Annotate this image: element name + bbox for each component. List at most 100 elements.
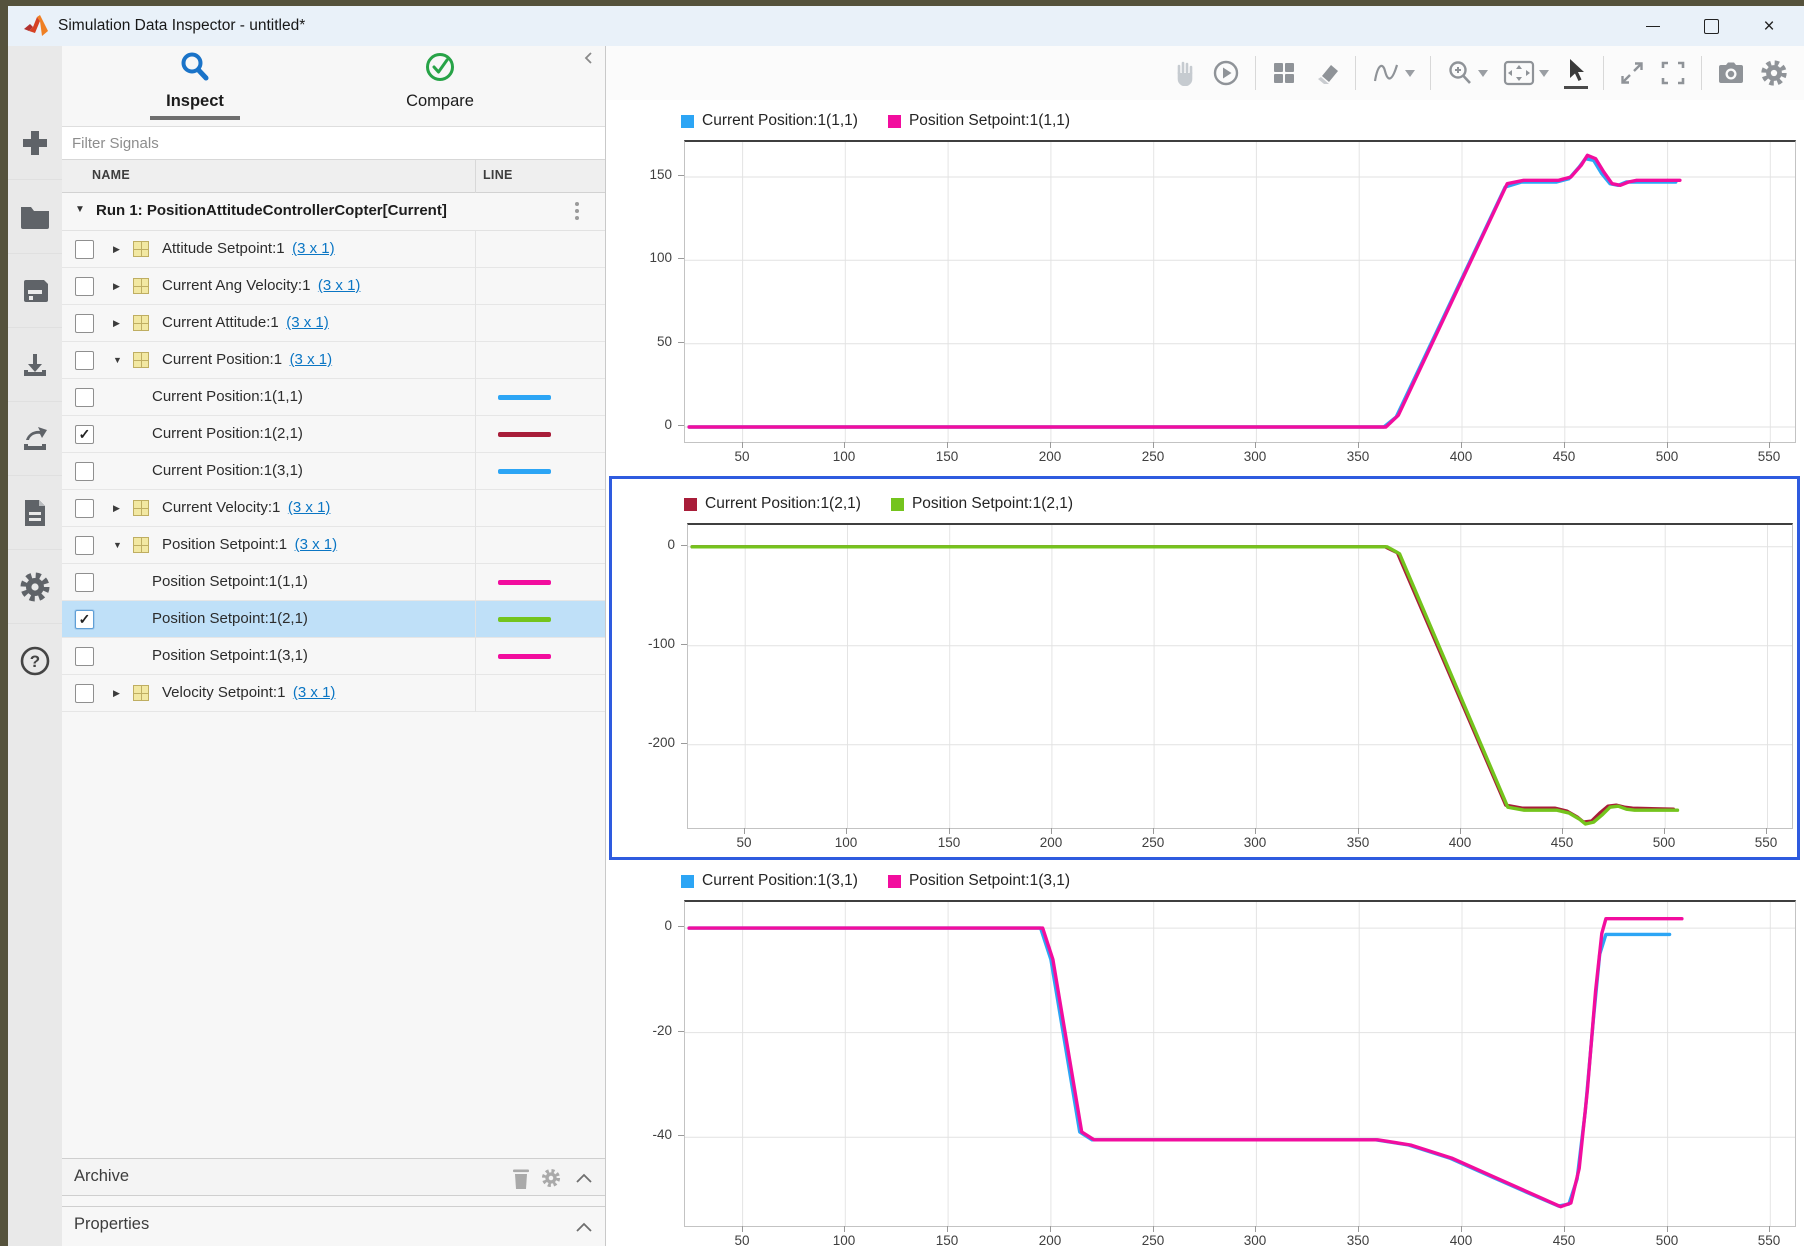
archive-section-header[interactable]: Archive [62,1158,605,1196]
collapse-arrow-icon[interactable]: ▼ [113,355,122,365]
signal-checkbox[interactable] [75,351,94,370]
expand-arrow-icon[interactable]: ▶ [113,244,120,255]
collapse-properties-chevron-icon[interactable] [575,1221,593,1233]
zoom-button[interactable] [1446,59,1488,87]
replay-button[interactable] [1212,59,1240,87]
plot-canvas[interactable] [687,523,1793,829]
signal-checkbox[interactable] [75,499,94,518]
signal-row[interactable]: ✓Position Setpoint:1(2,1) [62,601,605,638]
eraser-icon [1312,60,1340,86]
help-button[interactable]: ? [8,624,62,697]
plus-icon [20,128,50,158]
signal-checkbox[interactable] [75,314,94,333]
signal-group-row[interactable]: ▼Position Setpoint:1 (3 x 1) [62,527,605,564]
plot-canvas[interactable] [684,900,1796,1227]
clear-plots-button[interactable] [1312,60,1340,86]
signal-checkbox[interactable]: ✓ [75,425,94,444]
subplot-3[interactable]: Current Position:1(3,1) Position Setpoin… [609,866,1800,1246]
signal-tree: ▶Attitude Setpoint:1 (3 x 1)▶Current Ang… [62,231,605,712]
signal-group-row[interactable]: ▶Current Velocity:1 (3 x 1) [62,490,605,527]
signal-checkbox[interactable] [75,277,94,296]
legend-swatch [681,115,694,128]
signal-checkbox[interactable]: ✓ [75,610,94,629]
line-style-swatch[interactable] [498,395,551,400]
export-button[interactable] [8,402,62,476]
subplot-2[interactable]: Current Position:1(2,1) Position Setpoin… [609,476,1800,860]
import-button[interactable] [8,328,62,402]
line-style-swatch[interactable] [498,617,551,622]
signal-group-row[interactable]: ▶Current Attitude:1 (3 x 1) [62,305,605,342]
fullscreen-button[interactable] [1660,60,1686,86]
expand-arrow-icon[interactable]: ▶ [113,318,120,329]
export-icon [20,424,50,454]
fit-to-view-button[interactable] [1503,60,1549,86]
line-style-swatch[interactable] [498,469,551,474]
plot-canvas[interactable] [684,140,1796,443]
trash-icon[interactable] [511,1168,531,1190]
x-tick-label: 500 [1639,835,1689,850]
line-style-swatch[interactable] [498,432,551,437]
signal-checkbox[interactable] [75,684,94,703]
pop-out-plot-button[interactable] [1619,60,1645,86]
select-cursor-button[interactable] [1564,57,1588,89]
expand-arrow-icon[interactable]: ▶ [113,688,120,699]
signal-checkbox[interactable] [75,647,94,666]
minimize-button[interactable] [1624,6,1682,46]
legend-entry: Current Position:1(2,1) [684,495,861,513]
line-style-swatch[interactable] [498,580,551,585]
archive-settings-gear-icon[interactable] [541,1168,561,1188]
tab-inspect[interactable]: Inspect [125,50,265,111]
open-button[interactable] [8,180,62,254]
x-tick-mark [1255,442,1256,448]
dims-link[interactable]: (3 x 1) [290,351,333,368]
signal-options-button[interactable] [1371,59,1415,87]
y-tick-label: -40 [652,1127,672,1142]
close-button[interactable]: × [1740,6,1798,46]
signal-checkbox[interactable] [75,462,94,481]
snapshot-button[interactable] [1717,61,1745,85]
signal-group-row[interactable]: ▶Attitude Setpoint:1 (3 x 1) [62,231,605,268]
collapse-arrow-icon[interactable]: ▼ [113,540,122,550]
signal-row[interactable]: Position Setpoint:1(3,1) [62,638,605,675]
collapse-panel-icon[interactable] [581,50,597,66]
run-row[interactable]: ▼ Run 1: PositionAttitudeControllerCopte… [62,193,605,231]
collapse-arrow-icon[interactable]: ▼ [75,204,85,215]
signal-row[interactable]: ✓Current Position:1(2,1) [62,416,605,453]
signal-checkbox[interactable] [75,240,94,259]
signal-checkbox[interactable] [75,388,94,407]
expand-arrow-icon[interactable]: ▶ [113,281,120,292]
signal-row[interactable]: Current Position:1(3,1) [62,453,605,490]
create-report-button[interactable] [8,476,62,550]
signal-checkbox[interactable] [75,536,94,555]
signal-row[interactable]: Position Setpoint:1(1,1) [62,564,605,601]
chevron-down-icon [1405,70,1415,77]
properties-section-header[interactable]: Properties [62,1206,605,1246]
subplot-1[interactable]: Current Position:1(1,1) Position Setpoin… [609,104,1800,470]
collapse-archive-chevron-icon[interactable] [575,1172,593,1184]
signal-group-row[interactable]: ▶Velocity Setpoint:1 (3 x 1) [62,675,605,712]
tab-compare[interactable]: Compare [370,50,510,111]
run-menu-icon[interactable] [575,202,579,220]
signal-group-row[interactable]: ▼Current Position:1 (3 x 1) [62,342,605,379]
expand-arrow-icon[interactable]: ▶ [113,503,120,514]
dims-link[interactable]: (3 x 1) [288,499,331,516]
pan-hand-button[interactable] [1171,60,1197,86]
filter-signals-input[interactable] [62,127,605,159]
dims-link[interactable]: (3 x 1) [293,684,336,701]
dims-link[interactable]: (3 x 1) [295,536,338,553]
dims-link[interactable]: (3 x 1) [292,240,335,257]
plot-settings-button[interactable] [1760,59,1788,87]
save-button[interactable] [8,254,62,328]
signal-checkbox[interactable] [75,573,94,592]
x-tick-label: 250 [1128,449,1178,464]
signal-group-row[interactable]: ▶Current Ang Velocity:1 (3 x 1) [62,268,605,305]
dims-link[interactable]: (3 x 1) [318,277,361,294]
dims-link[interactable]: (3 x 1) [286,314,329,331]
line-style-swatch[interactable] [498,654,551,659]
add-button[interactable] [8,106,62,180]
preferences-button[interactable] [8,550,62,624]
layout-grid-button[interactable] [1271,60,1297,86]
maximize-button[interactable] [1682,6,1740,46]
x-tick-label: 400 [1436,449,1486,464]
signal-row[interactable]: Current Position:1(1,1) [62,379,605,416]
